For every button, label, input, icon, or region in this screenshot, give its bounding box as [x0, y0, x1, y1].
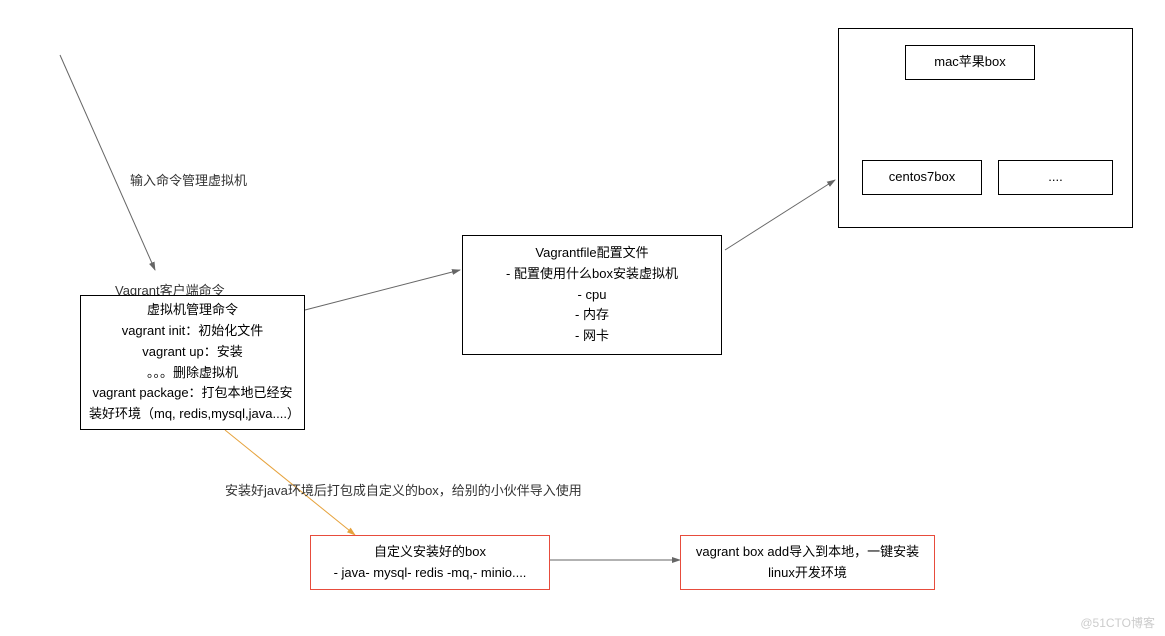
- text: 自定义安装好的box: [374, 542, 486, 563]
- text: centos7box: [889, 167, 956, 188]
- node-ellipsis-box: ....: [998, 160, 1113, 195]
- text: - 内存: [575, 305, 609, 326]
- text: 装好环境（mq, redis,mysql,java....）: [89, 404, 296, 425]
- text: mac苹果box: [934, 52, 1006, 73]
- node-import-box: vagrant box add导入到本地，一键安装 linux开发环境: [680, 535, 935, 590]
- node-vagrantfile: Vagrantfile配置文件 - 配置使用什么box安装虚拟机 - cpu -…: [462, 235, 722, 355]
- text: 虚拟机管理命令: [147, 300, 238, 321]
- text: - 网卡: [575, 326, 609, 347]
- text: vagrant package：打包本地已经安: [92, 383, 292, 404]
- node-custom-box: 自定义安装好的box - java- mysql- redis -mq,- mi…: [310, 535, 550, 590]
- text: Vagrantfile配置文件: [535, 243, 648, 264]
- text: - 配置使用什么box安装虚拟机: [506, 264, 678, 285]
- node-centos-box: centos7box: [862, 160, 982, 195]
- label-input-cmd: 输入命令管理虚拟机: [130, 170, 247, 189]
- text: vagrant box add导入到本地，一键安装: [696, 542, 919, 563]
- node-mac-box: mac苹果box: [905, 45, 1035, 80]
- text: vagrant up：安装: [142, 342, 242, 363]
- text: vagrant init：初始化文件: [122, 321, 264, 342]
- label-middle-note: 安装好java环境后打包成自定义的box，给别的小伙伴导入使用: [225, 480, 582, 499]
- text: 。。。删除虚拟机: [147, 363, 238, 384]
- node-commands: 虚拟机管理命令 vagrant init：初始化文件 vagrant up：安装…: [80, 295, 305, 430]
- text: linux开发环境: [768, 563, 847, 584]
- text: - cpu: [578, 285, 607, 306]
- watermark: @51CTO博客: [1080, 614, 1155, 631]
- text: - java- mysql- redis -mq,- minio....: [334, 563, 527, 584]
- text: ....: [1048, 167, 1062, 188]
